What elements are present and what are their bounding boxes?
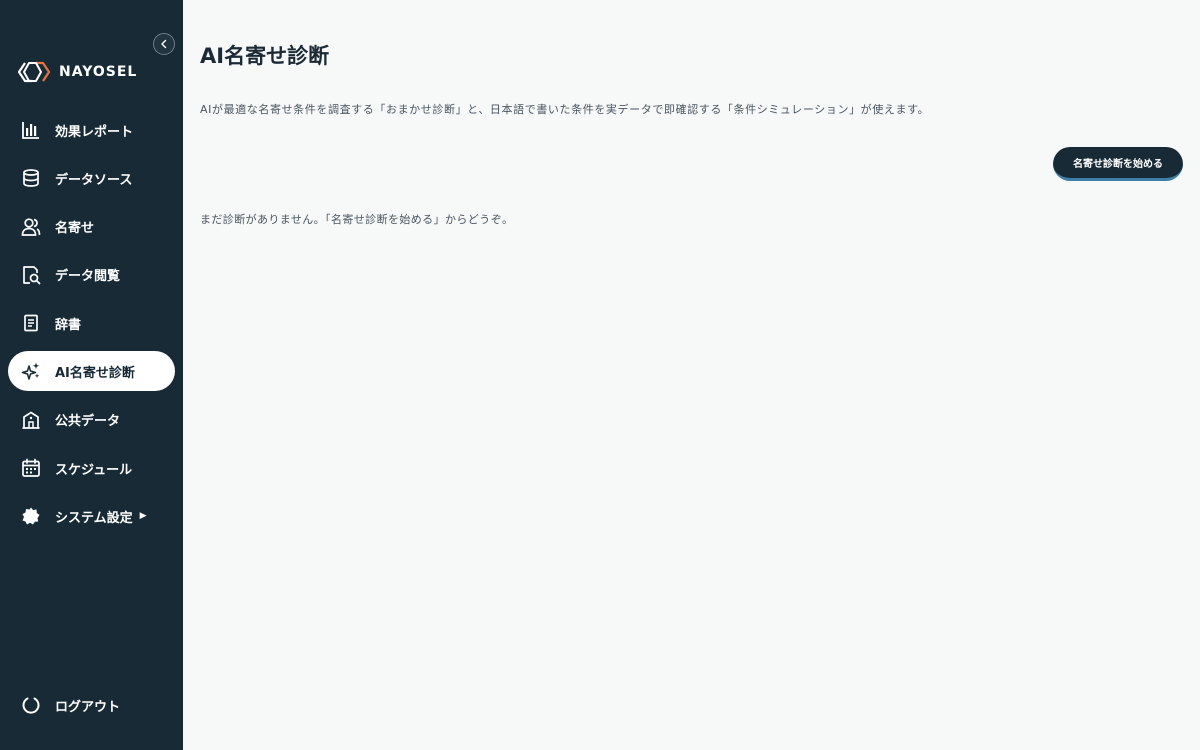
sidebar-item-dictionary[interactable]: 辞書 bbox=[8, 303, 175, 343]
sidebar-nav: 効果レポート データソース 名寄せ データ閲覧 辞書 AI名寄せ診断 公共データ… bbox=[0, 110, 183, 545]
sidebar-item-label: 辞書 bbox=[55, 317, 82, 333]
bar-chart-icon bbox=[21, 120, 41, 140]
sidebar-item-label: 名寄せ bbox=[55, 221, 95, 237]
book-icon bbox=[21, 313, 41, 333]
sidebar-item-label: AI名寄せ診断 bbox=[55, 365, 135, 381]
sidebar-item-label: 効果レポート bbox=[55, 124, 134, 140]
page-description: AIが最適な名寄せ条件を調査する「おまかせ診断」と、日本語で書いた条件を実データ… bbox=[200, 103, 930, 116]
logout-button[interactable]: ログアウト bbox=[8, 685, 175, 725]
sidebar-item-nayose[interactable]: 名寄せ bbox=[8, 207, 175, 247]
main-content: AI名寄せ診断 AIが最適な名寄せ条件を調査する「おまかせ診断」と、日本語で書い… bbox=[183, 0, 1200, 750]
sidebar-item-schedule[interactable]: スケジュール bbox=[8, 448, 175, 488]
sidebar-item-ai-diagnosis[interactable]: AI名寄せ診断 bbox=[8, 351, 175, 392]
database-icon bbox=[21, 168, 41, 188]
empty-state-message: まだ診断がありません。「名寄せ診断を始める」からどうぞ。 bbox=[200, 213, 514, 226]
sidebar-item-label: スケジュール bbox=[55, 462, 133, 478]
sidebar-item-data-browse[interactable]: データ閲覧 bbox=[8, 255, 175, 295]
sidebar-collapse-button[interactable] bbox=[153, 33, 175, 55]
page-title: AI名寄せ診断 bbox=[200, 44, 330, 68]
gear-icon bbox=[21, 506, 41, 526]
sidebar-item-system-settings[interactable]: システム設定 ▶ bbox=[8, 496, 175, 536]
logo-icon bbox=[17, 61, 51, 83]
calendar-icon bbox=[21, 458, 41, 478]
sidebar-item-label: データソース bbox=[55, 172, 133, 188]
sparkles-icon bbox=[21, 361, 41, 381]
logout-label: ログアウト bbox=[55, 699, 121, 715]
users-icon bbox=[21, 217, 41, 237]
sidebar-item-data-source[interactable]: データソース bbox=[8, 158, 175, 198]
sidebar-item-effect-report[interactable]: 効果レポート bbox=[8, 110, 175, 150]
start-diagnosis-button[interactable]: 名寄せ診断を始める bbox=[1053, 147, 1183, 181]
chevron-left-icon bbox=[161, 39, 167, 49]
sidebar-item-label: システム設定 bbox=[55, 510, 133, 526]
sidebar: NAYOSEL 効果レポート データソース 名寄せ データ閲覧 辞書 AI名寄せ… bbox=[0, 0, 183, 750]
document-search-icon bbox=[21, 265, 41, 285]
building-icon bbox=[21, 410, 41, 430]
logo-text: NAYOSEL bbox=[59, 64, 138, 80]
sidebar-item-label: データ閲覧 bbox=[55, 269, 121, 285]
power-icon bbox=[21, 695, 41, 715]
sidebar-item-label: 公共データ bbox=[55, 414, 121, 430]
sidebar-item-public-data[interactable]: 公共データ bbox=[8, 400, 175, 440]
app-logo[interactable]: NAYOSEL bbox=[17, 61, 137, 83]
caret-right-icon: ▶ bbox=[139, 511, 147, 522]
